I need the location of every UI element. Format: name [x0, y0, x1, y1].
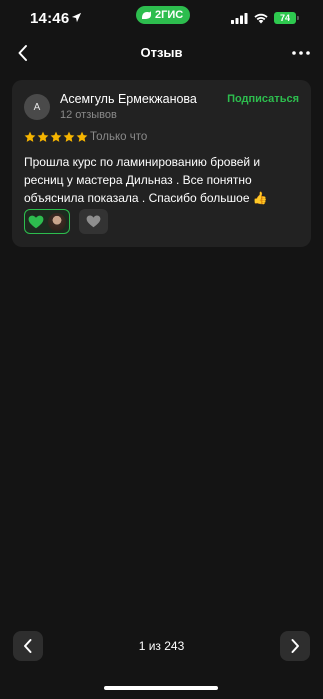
star-icon: [24, 131, 36, 142]
page-indicator: 1 из 243: [138, 639, 185, 653]
app-badge-label: 2ГИС: [155, 9, 184, 21]
battery-level: 74: [279, 13, 290, 23]
author-reviews-count: 12 отзывов: [60, 109, 117, 121]
chevron-right-icon: [291, 639, 299, 653]
reactor-avatar: [46, 211, 67, 232]
more-options-button[interactable]: [289, 42, 313, 64]
review-pager: 1 из 243: [0, 619, 323, 671]
star-rating: [24, 131, 88, 143]
nav-bar: Отзыв: [0, 36, 323, 70]
home-indicator[interactable]: [104, 686, 218, 690]
more-dots-icon: [292, 51, 310, 55]
author-avatar[interactable]: А: [24, 94, 50, 120]
battery-icon: 74: [274, 12, 296, 24]
star-icon: [63, 131, 75, 142]
status-time: 14:46: [30, 10, 70, 27]
battery-tip: [297, 16, 299, 20]
subscribe-button[interactable]: Подписаться: [227, 93, 299, 105]
cellular-signal-icon: [231, 13, 248, 24]
like-button[interactable]: [79, 209, 108, 234]
location-arrow-icon: [71, 12, 82, 23]
review-text: Прошла курс по ламинированию бровей и ре…: [24, 155, 268, 205]
heart-icon: [86, 215, 101, 228]
star-icon: [76, 131, 88, 142]
wifi-icon: [254, 13, 268, 24]
page-title: Отзыв: [140, 45, 183, 60]
dgis-logo-icon: [142, 11, 151, 19]
app-return-badge[interactable]: 2ГИС: [136, 6, 191, 24]
liked-reaction-button[interactable]: [24, 209, 70, 234]
green-heart-icon: [28, 215, 43, 228]
review-card: А Асемгуль Ермекжанова 12 отзывов Подпис…: [12, 80, 311, 247]
review-date: Только что: [90, 131, 148, 143]
next-review-button[interactable]: [280, 631, 310, 661]
author-name[interactable]: Асемгуль Ермекжанова: [60, 92, 197, 106]
status-bar: 14:46 2ГИС 74: [0, 0, 323, 36]
star-icon: [37, 131, 49, 142]
star-icon: [50, 131, 62, 142]
